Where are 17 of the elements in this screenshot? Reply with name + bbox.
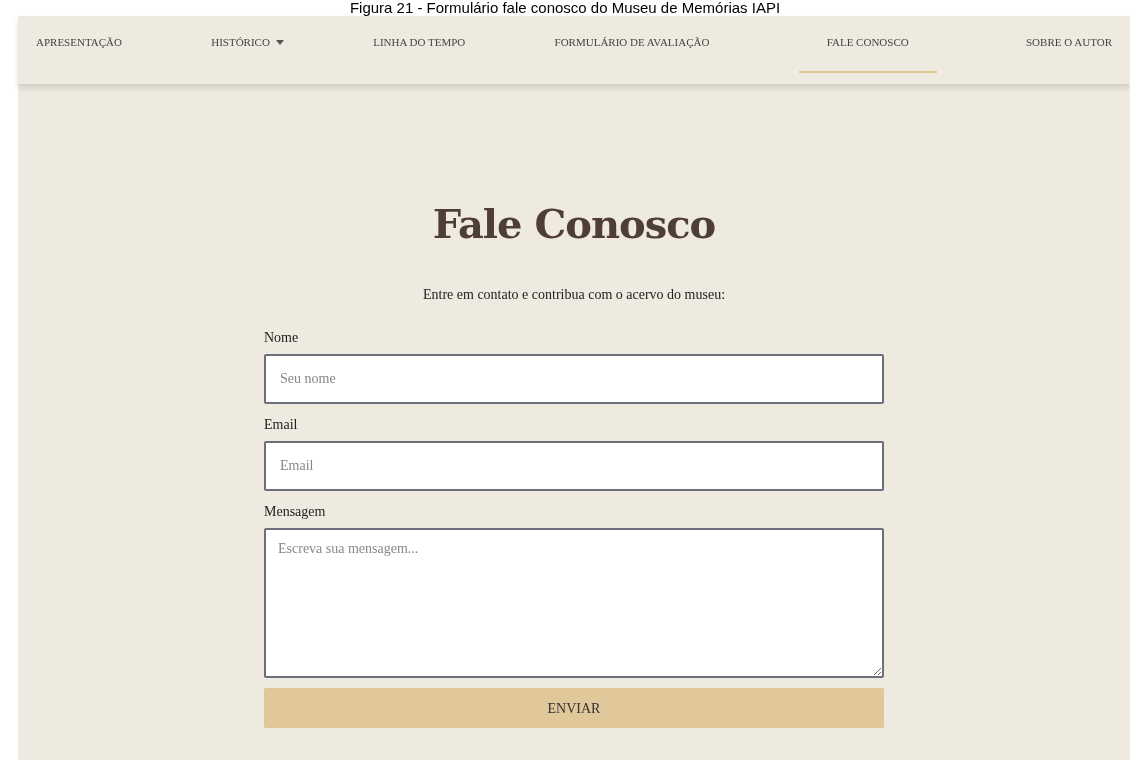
nav-link[interactable]: LINHA DO TEMPO: [373, 16, 466, 73]
nav-link[interactable]: FORMULÁRIO DE AVALIAÇÃO: [554, 16, 710, 73]
page-title: Fale Conosco: [431, 200, 717, 248]
field-label: Email: [264, 416, 299, 434]
nav-link[interactable]: APRESENTAÇÃO: [36, 16, 122, 73]
input-field[interactable]: Seu nome: [264, 354, 884, 404]
nav-link[interactable]: HISTÓRICO: [211, 16, 284, 73]
nav-link[interactable]: SOBRE O AUTOR: [1026, 16, 1112, 73]
nav-link[interactable]: FALE CONOSCO: [798, 16, 937, 73]
send-button[interactable]: ENVIAR: [264, 688, 884, 728]
figure-caption: Figura 21 - Formulário fale conosco do Museu de Memórias IAPI: [348, 0, 782, 16]
field-label: Mensagem: [264, 503, 327, 521]
intro-text: Entre em contato e contribua com o acervo do museu:: [421, 286, 727, 304]
input-field[interactable]: Email: [264, 441, 884, 491]
message-field[interactable]: Escreva sua mensagem...: [264, 528, 884, 678]
field-label: Nome: [264, 329, 300, 347]
caret-icon: [275, 39, 284, 45]
